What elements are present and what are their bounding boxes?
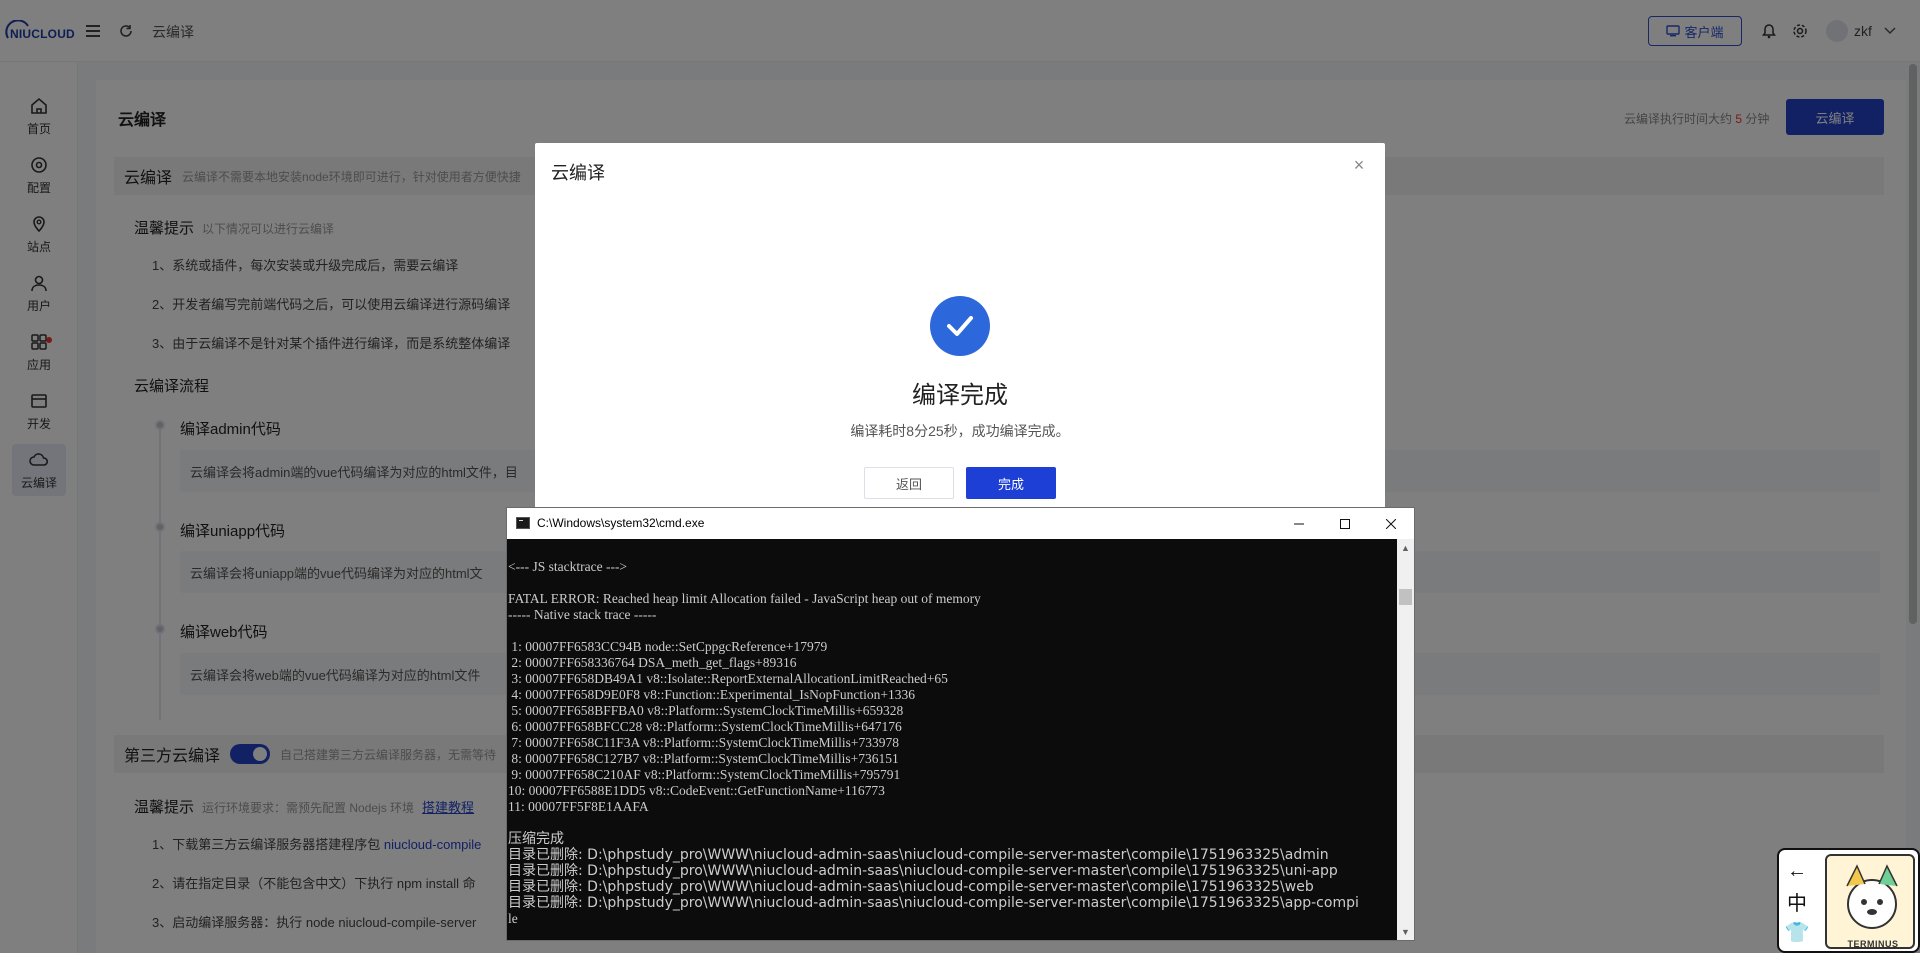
dialog-title: 云编译 — [551, 163, 605, 183]
cmd-line: 目录已删除: D:\phpstudy_pro\WWW\niucloud-admi… — [508, 895, 1359, 911]
scroll-thumb[interactable] — [1399, 589, 1412, 605]
cmd-line — [508, 623, 1397, 639]
cmd-line: 2: 00007FF658336764 DSA_meth_get_flags+8… — [508, 655, 797, 670]
cmd-line: 4: 00007FF658D9E0F8 v8::Function::Experi… — [508, 687, 915, 702]
minimize-icon[interactable] — [1276, 508, 1322, 539]
language-toggle[interactable]: 中 — [1787, 887, 1807, 916]
cmd-line: 8: 00007FF658C127B7 v8::Platform::System… — [508, 751, 899, 766]
close-icon[interactable]: × — [1349, 155, 1369, 175]
cmd-scrollbar[interactable]: ▲ ▼ — [1397, 539, 1414, 940]
mascot-image — [1825, 854, 1915, 949]
compile-dialog: 云编译 × 编译完成 编译耗时8分25秒，成功编译完成。 返回 完成 — [535, 143, 1385, 515]
success-check-icon — [930, 296, 990, 356]
cmd-titlebar[interactable]: C:\Windows\system32\cmd.exe — [507, 508, 1414, 539]
cmd-line: <--- JS stacktrace ---> — [508, 559, 628, 574]
cmd-line: 目录已删除: D:\phpstudy_pro\WWW\niucloud-admi… — [508, 879, 1314, 895]
result-heading: 编译完成 — [912, 382, 1008, 409]
scroll-up-icon[interactable]: ▲ — [1397, 539, 1414, 556]
cmd-line — [508, 815, 1397, 831]
cmd-line: 压缩完成 — [508, 831, 564, 847]
cmd-line: 3: 00007FF658DB49A1 v8::Isolate::ReportE… — [508, 671, 948, 686]
cmd-line: 目录已删除: D:\phpstudy_pro\WWW\niucloud-admi… — [508, 863, 1338, 879]
cmd-line: 9: 00007FF658C210AF v8::Platform::System… — [508, 767, 901, 782]
maximize-icon[interactable] — [1322, 508, 1368, 539]
done-button[interactable]: 完成 — [966, 467, 1056, 499]
cmd-line: le — [508, 911, 518, 926]
cmd-line: 6: 00007FF658BFCC28 v8::Platform::System… — [508, 719, 902, 734]
cmd-line: 目录已删除: D:\phpstudy_pro\WWW\niucloud-admi… — [508, 847, 1329, 863]
cmd-line — [508, 543, 1397, 559]
cmd-output[interactable]: <--- JS stacktrace ---> FATAL ERROR: Reac… — [507, 539, 1397, 940]
floating-widget[interactable]: ← 中 👕 TERMINUS — [1777, 848, 1920, 953]
widget-label: TERMINUS — [1847, 939, 1899, 949]
cmd-line: 5: 00007FF658BFFBA0 v8::Platform::System… — [508, 703, 904, 718]
cmd-window: C:\Windows\system32\cmd.exe <--- JS stac… — [506, 507, 1415, 941]
cmd-line: 10: 00007FF6588E1DD5 v8::CodeEvent::GetF… — [508, 783, 885, 798]
cmd-line: 1: 00007FF6583CC94B node::SetCppgcRefere… — [508, 639, 828, 654]
cmd-icon — [516, 517, 530, 529]
result-message: 编译耗时8分25秒，成功编译完成。 — [850, 423, 1070, 439]
shirt-icon[interactable]: 👕 — [1785, 920, 1810, 945]
cmd-line: 11: 00007FF5F8E1AAFA — [508, 799, 649, 814]
close-window-icon[interactable] — [1368, 508, 1414, 539]
cmd-line: ----- Native stack trace ----- — [508, 607, 657, 622]
scroll-down-icon[interactable]: ▼ — [1397, 923, 1414, 940]
cmd-line — [508, 575, 1397, 591]
back-button[interactable]: 返回 — [864, 467, 954, 499]
cmd-line: FATAL ERROR: Reached heap limit Allocati… — [508, 591, 981, 606]
back-arrow-icon[interactable]: ← — [1787, 860, 1807, 883]
cmd-title: C:\Windows\system32\cmd.exe — [537, 516, 705, 530]
cmd-line: 7: 00007FF658C11F3A v8::Platform::System… — [508, 735, 900, 750]
